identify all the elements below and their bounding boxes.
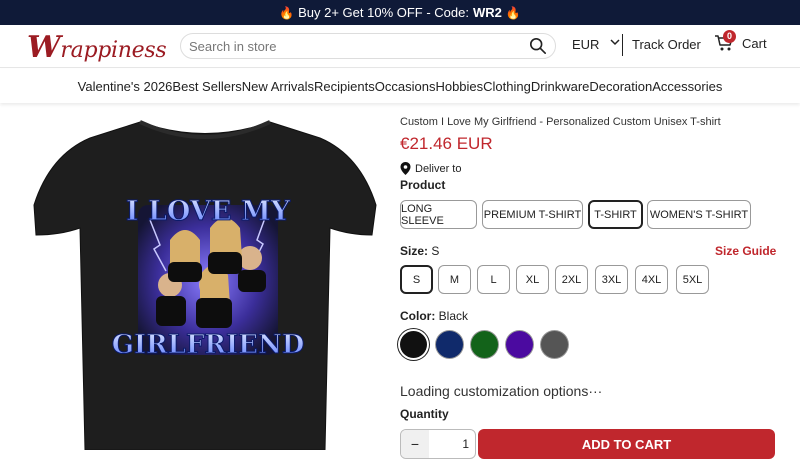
chevron-down-icon[interactable] bbox=[610, 37, 620, 49]
color-selected-value: Black bbox=[438, 309, 469, 323]
nav-item-hobbies[interactable]: Hobbies bbox=[435, 79, 483, 94]
design-text-bottom: GIRLFRIEND bbox=[112, 330, 305, 360]
deliver-to-label: Deliver to bbox=[415, 162, 462, 175]
site-logo[interactable]: Wrappiness bbox=[27, 30, 167, 65]
quantity-decrease-button[interactable]: − bbox=[401, 430, 429, 458]
cart-label: Cart bbox=[742, 35, 767, 51]
fire-icon: 🔥 bbox=[505, 5, 521, 20]
size-option-4xl[interactable]: 4XL bbox=[635, 265, 668, 294]
product-price: €21.46 EUR bbox=[400, 134, 493, 153]
cart-button[interactable]: 0 Cart bbox=[714, 30, 767, 53]
cart-count-badge: 0 bbox=[723, 30, 736, 43]
nav-item-occasions[interactable]: Occasions bbox=[375, 79, 436, 94]
nav-item-accessories[interactable]: Accessories bbox=[652, 79, 722, 94]
color-swatch-black[interactable] bbox=[400, 331, 427, 358]
design-text-top: I LOVE MY bbox=[126, 196, 291, 227]
search-bar bbox=[180, 33, 556, 59]
search-input[interactable] bbox=[189, 38, 529, 54]
product-label: Product bbox=[400, 178, 446, 192]
size-option-5xl[interactable]: 5XL bbox=[676, 265, 709, 294]
fire-icon: 🔥 bbox=[279, 5, 295, 20]
promo-code: WR2 bbox=[473, 5, 502, 20]
size-option-2xl[interactable]: 2XL bbox=[555, 265, 588, 294]
option-premium-tshirt[interactable]: PREMIUM T-SHIRT bbox=[482, 200, 583, 229]
deliver-to[interactable]: Deliver to bbox=[400, 162, 461, 175]
add-to-cart-button[interactable]: ADD TO CART bbox=[478, 429, 775, 459]
quantity-label: Quantity bbox=[400, 407, 449, 421]
size-option-m[interactable]: M bbox=[438, 265, 471, 294]
product-title: Custom I Love My Girlfriend - Personaliz… bbox=[400, 116, 721, 128]
size-option-l[interactable]: L bbox=[477, 265, 510, 294]
nav-item-valentines[interactable]: Valentine's 2026 bbox=[78, 79, 173, 94]
cart-icon: 0 bbox=[714, 30, 736, 53]
location-pin-icon bbox=[400, 162, 411, 175]
site-header: Wrappiness EUR Track Order 0 Cart bbox=[0, 25, 800, 68]
nav-item-new-arrivals[interactable]: New Arrivals bbox=[242, 79, 314, 94]
size-option-xl[interactable]: XL bbox=[516, 265, 549, 294]
track-order-link[interactable]: Track Order bbox=[632, 37, 701, 52]
currency-select[interactable]: EUR bbox=[572, 37, 599, 52]
color-swatch-purple[interactable] bbox=[506, 331, 533, 358]
option-long-sleeve[interactable]: LONG SLEEVE bbox=[400, 200, 477, 229]
loading-customization: Loading customization options··· bbox=[400, 383, 603, 399]
size-label-text: Size: bbox=[400, 244, 429, 258]
promo-bar: 🔥 Buy 2+ Get 10% OFF - Code: WR2 🔥 bbox=[0, 0, 800, 25]
size-label: Size: S bbox=[400, 244, 439, 258]
quantity-stepper: − 1 bbox=[400, 429, 476, 459]
color-swatch-gray[interactable] bbox=[541, 331, 568, 358]
option-womens-tshirt[interactable]: WOMEN'S T-SHIRT bbox=[647, 200, 751, 229]
color-swatch-navy[interactable] bbox=[436, 331, 463, 358]
size-selected-value: S bbox=[431, 244, 440, 258]
size-option-3xl[interactable]: 3XL bbox=[595, 265, 628, 294]
promo-text: Buy 2+ Get 10% OFF - Code: bbox=[298, 5, 469, 20]
logo-text: rappiness bbox=[60, 38, 167, 63]
product-image[interactable]: I LOVE MY GIRLFRIEND bbox=[20, 110, 390, 451]
option-tshirt[interactable]: T-SHIRT bbox=[588, 200, 643, 229]
nav-item-clothing[interactable]: Clothing bbox=[483, 79, 531, 94]
nav-item-best-sellers[interactable]: Best Sellers bbox=[172, 79, 241, 94]
color-swatch-green[interactable] bbox=[471, 331, 498, 358]
nav-item-recipients[interactable]: Recipients bbox=[314, 79, 375, 94]
color-label-text: Color: bbox=[400, 309, 436, 323]
tshirt-image: I LOVE MY GIRLFRIEND bbox=[33, 120, 377, 451]
nav-item-decoration[interactable]: Decoration bbox=[589, 79, 652, 94]
size-guide-link[interactable]: Size Guide bbox=[715, 244, 776, 258]
text-cursor bbox=[622, 34, 624, 56]
color-label: Color: Black bbox=[400, 309, 468, 323]
quantity-input[interactable]: 1 bbox=[429, 437, 475, 451]
search-icon[interactable] bbox=[529, 37, 547, 55]
logo-initial: W bbox=[27, 30, 61, 65]
nav-item-drinkware[interactable]: Drinkware bbox=[531, 79, 590, 94]
size-option-s[interactable]: S bbox=[400, 265, 433, 294]
main-nav: Valentine's 2026 Best Sellers New Arriva… bbox=[0, 69, 800, 103]
